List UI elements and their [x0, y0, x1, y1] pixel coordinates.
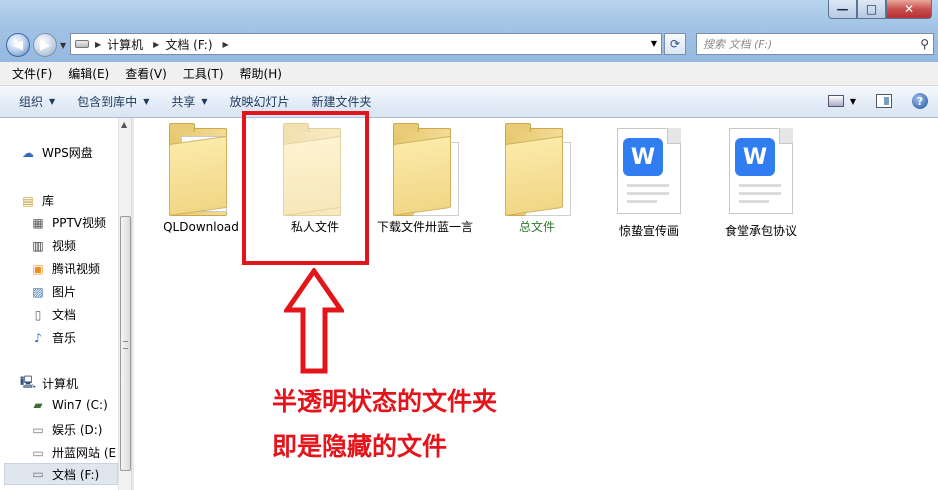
chevron-right-icon[interactable]: ▶	[95, 40, 101, 49]
maximize-button[interactable]: □	[857, 0, 886, 19]
back-button[interactable]: ◀	[6, 33, 30, 57]
sidebar-item-videos[interactable]: ▥ 视频	[30, 237, 76, 254]
file-name: 惊蛰宣传画	[618, 224, 679, 238]
chevron-right-icon[interactable]: ▶	[153, 40, 159, 49]
preview-pane-icon[interactable]	[876, 94, 892, 108]
sidebar-item-computer[interactable]: 🖳 计算机	[20, 375, 78, 392]
search-input[interactable]: 搜索 文档 (F:) ⚲	[696, 33, 934, 55]
help-icon[interactable]: ?	[912, 93, 928, 109]
refresh-button[interactable]: ⟳	[664, 33, 686, 55]
file-name: 食堂承包协议	[724, 224, 797, 238]
view-dropdown-icon[interactable]: ▼	[850, 97, 856, 106]
wps-document-icon: W	[617, 128, 681, 214]
document-icon: ▯	[34, 307, 42, 322]
file-item[interactable]: W 食堂承包协议	[708, 124, 814, 239]
navigation-scrollbar[interactable]: ▲	[118, 118, 132, 490]
organize-button[interactable]: 组织 ▼	[8, 93, 66, 110]
change-view-icon[interactable]	[827, 95, 844, 107]
menu-bar: 文件(F) 编辑(E) 查看(V) 工具(T) 帮助(H)	[0, 62, 938, 86]
tencent-video-icon: ▣	[32, 261, 44, 276]
highlight-box	[242, 111, 369, 265]
include-in-library-button[interactable]: 包含到库中 ▼	[66, 93, 160, 110]
breadcrumb-computer[interactable]: 计算机	[107, 36, 143, 53]
file-item[interactable]: W 惊蛰宣传画	[596, 124, 702, 239]
menu-help[interactable]: 帮助(H)	[232, 65, 290, 82]
sidebar-item-drive-e[interactable]: ▭ 卅蓝网站 (E	[30, 444, 116, 461]
sidebar-item-libraries[interactable]: ▤ 库	[20, 192, 54, 209]
sidebar-item-pptv[interactable]: ▦ PPTV视频	[30, 214, 106, 231]
system-drive-icon: ▰	[33, 398, 43, 412]
music-note-icon: ♪	[34, 330, 42, 345]
menu-view[interactable]: 查看(V)	[117, 65, 175, 82]
video-library-icon: ▦	[32, 215, 44, 230]
scrollbar-thumb[interactable]	[120, 216, 131, 471]
folder-icon	[385, 122, 465, 218]
minimize-button[interactable]: —	[828, 0, 857, 19]
folder-icon	[161, 122, 241, 218]
sidebar-item-drive-f[interactable]: ▭ 文档 (F:)	[4, 463, 118, 485]
back-arrow-icon: ◀	[13, 37, 23, 53]
file-name: 总文件	[518, 220, 555, 234]
title-bar: — □ ✕ ◀ ▶ ▼ ▶ 计算机 ▶ 文档 (F:) ▶ ▼ ⟳ 搜索 文档 …	[0, 0, 938, 62]
view-controls: ▼ ?	[827, 93, 928, 109]
drive-icon: ▭	[32, 467, 44, 481]
sidebar-item-wps-cloud[interactable]: ☁ WPS网盘	[20, 144, 93, 161]
sidebar-item-pictures[interactable]: ▨ 图片	[30, 283, 76, 300]
file-name: QLDownload	[163, 220, 239, 234]
close-button[interactable]: ✕	[886, 0, 932, 19]
file-item[interactable]: 总文件	[484, 122, 590, 235]
search-icon[interactable]: ⚲	[920, 37, 929, 51]
file-item[interactable]: 下载文件卅蓝一言	[372, 122, 478, 235]
slideshow-button[interactable]: 放映幻灯片	[219, 93, 301, 110]
annotation-line-2: 即是隐藏的文件	[272, 432, 448, 461]
folder-icon	[497, 122, 577, 218]
dropdown-arrow-icon: ▼	[49, 97, 56, 106]
recent-pages-dropdown[interactable]: ▼	[60, 41, 66, 50]
up-arrow-icon	[284, 268, 344, 374]
address-dropdown-icon[interactable]: ▼	[651, 39, 657, 48]
dropdown-arrow-icon: ▼	[143, 97, 150, 106]
sidebar-item-drive-d[interactable]: ▭ 娱乐 (D:)	[30, 421, 102, 438]
menu-tools[interactable]: 工具(T)	[175, 65, 232, 82]
breadcrumb-drive-f[interactable]: 文档 (F:)	[165, 36, 212, 53]
library-icon: ▤	[22, 193, 34, 208]
dropdown-arrow-icon: ▼	[201, 97, 208, 106]
window-controls: — □ ✕	[828, 0, 932, 19]
search-placeholder: 搜索 文档 (F:)	[703, 38, 773, 51]
drive-icon: ▭	[32, 422, 44, 437]
annotation-line-1: 半透明状态的文件夹	[272, 387, 498, 416]
computer-icon	[75, 40, 89, 48]
cloud-icon: ☁	[22, 145, 34, 160]
sidebar-item-documents[interactable]: ▯ 文档	[30, 306, 76, 323]
file-name: 下载文件卅蓝一言	[377, 220, 474, 234]
drive-icon: ▭	[32, 445, 44, 460]
film-icon: ▥	[32, 238, 44, 253]
forward-button[interactable]: ▶	[33, 33, 57, 57]
menu-edit[interactable]: 编辑(E)	[60, 65, 117, 82]
wps-document-icon: W	[729, 128, 793, 214]
share-button[interactable]: 共享 ▼	[160, 93, 218, 110]
sidebar-item-music[interactable]: ♪ 音乐	[30, 329, 76, 346]
navigation-pane: ☁ WPS网盘 ▤ 库 ▦ PPTV视频 ▥ 视频 ▣ 腾讯视频 ▨ 图片 ▯ …	[0, 118, 118, 490]
computer-icon: 🖳	[20, 375, 37, 389]
forward-arrow-icon: ▶	[40, 37, 50, 53]
sidebar-item-drive-c[interactable]: ▰ Win7 (C:)	[30, 398, 107, 412]
menu-file[interactable]: 文件(F)	[4, 65, 60, 82]
sidebar-item-tencent-video[interactable]: ▣ 腾讯视频	[30, 260, 100, 277]
picture-icon: ▨	[32, 284, 44, 299]
scroll-up-icon[interactable]: ▲	[121, 120, 127, 129]
refresh-icon: ⟳	[669, 37, 681, 51]
chevron-right-icon[interactable]: ▶	[223, 40, 229, 49]
command-bar: 组织 ▼ 包含到库中 ▼ 共享 ▼ 放映幻灯片 新建文件夹 ▼ ?	[0, 86, 938, 118]
address-bar[interactable]: ▶ 计算机 ▶ 文档 (F:) ▶ ▼	[70, 33, 662, 55]
new-folder-button[interactable]: 新建文件夹	[301, 93, 383, 110]
file-item[interactable]: QLDownload	[148, 122, 254, 235]
